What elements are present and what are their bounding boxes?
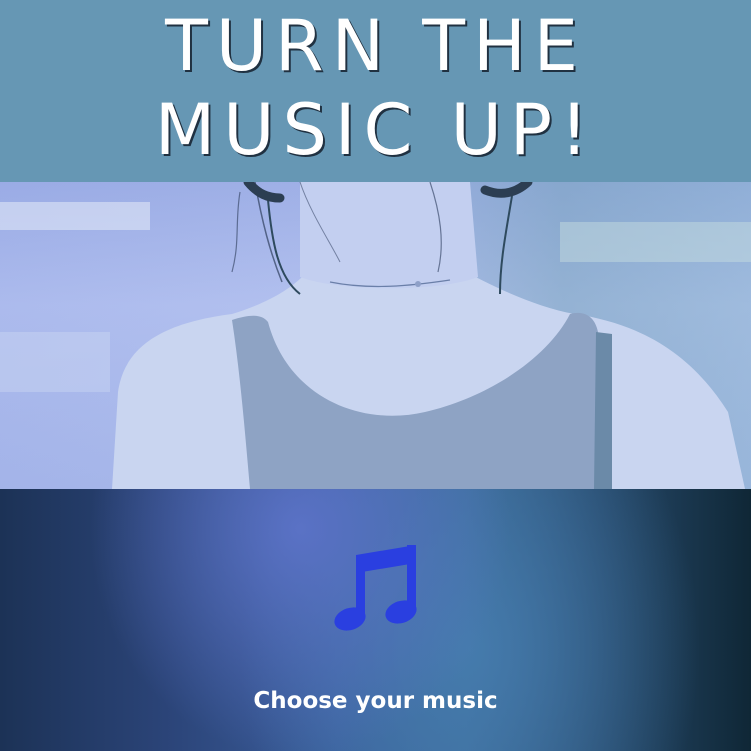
- hero-photo: [0, 182, 751, 489]
- page-headline: TURN THE MUSIC UP!: [0, 4, 751, 172]
- cta-panel: Choose your music: [0, 489, 751, 751]
- choose-music-link[interactable]: Choose your music: [0, 687, 751, 715]
- header-band: TURN THE MUSIC UP!: [0, 0, 751, 182]
- headline-line-2: MUSIC UP!: [154, 89, 597, 171]
- choose-music-button[interactable]: [328, 541, 424, 637]
- headline-line-1: TURN THE: [165, 5, 586, 87]
- music-note-icon: [334, 545, 417, 631]
- page: TURN THE MUSIC UP! Choose your music: [0, 0, 751, 751]
- woman-with-headphones-illustration: [0, 182, 751, 489]
